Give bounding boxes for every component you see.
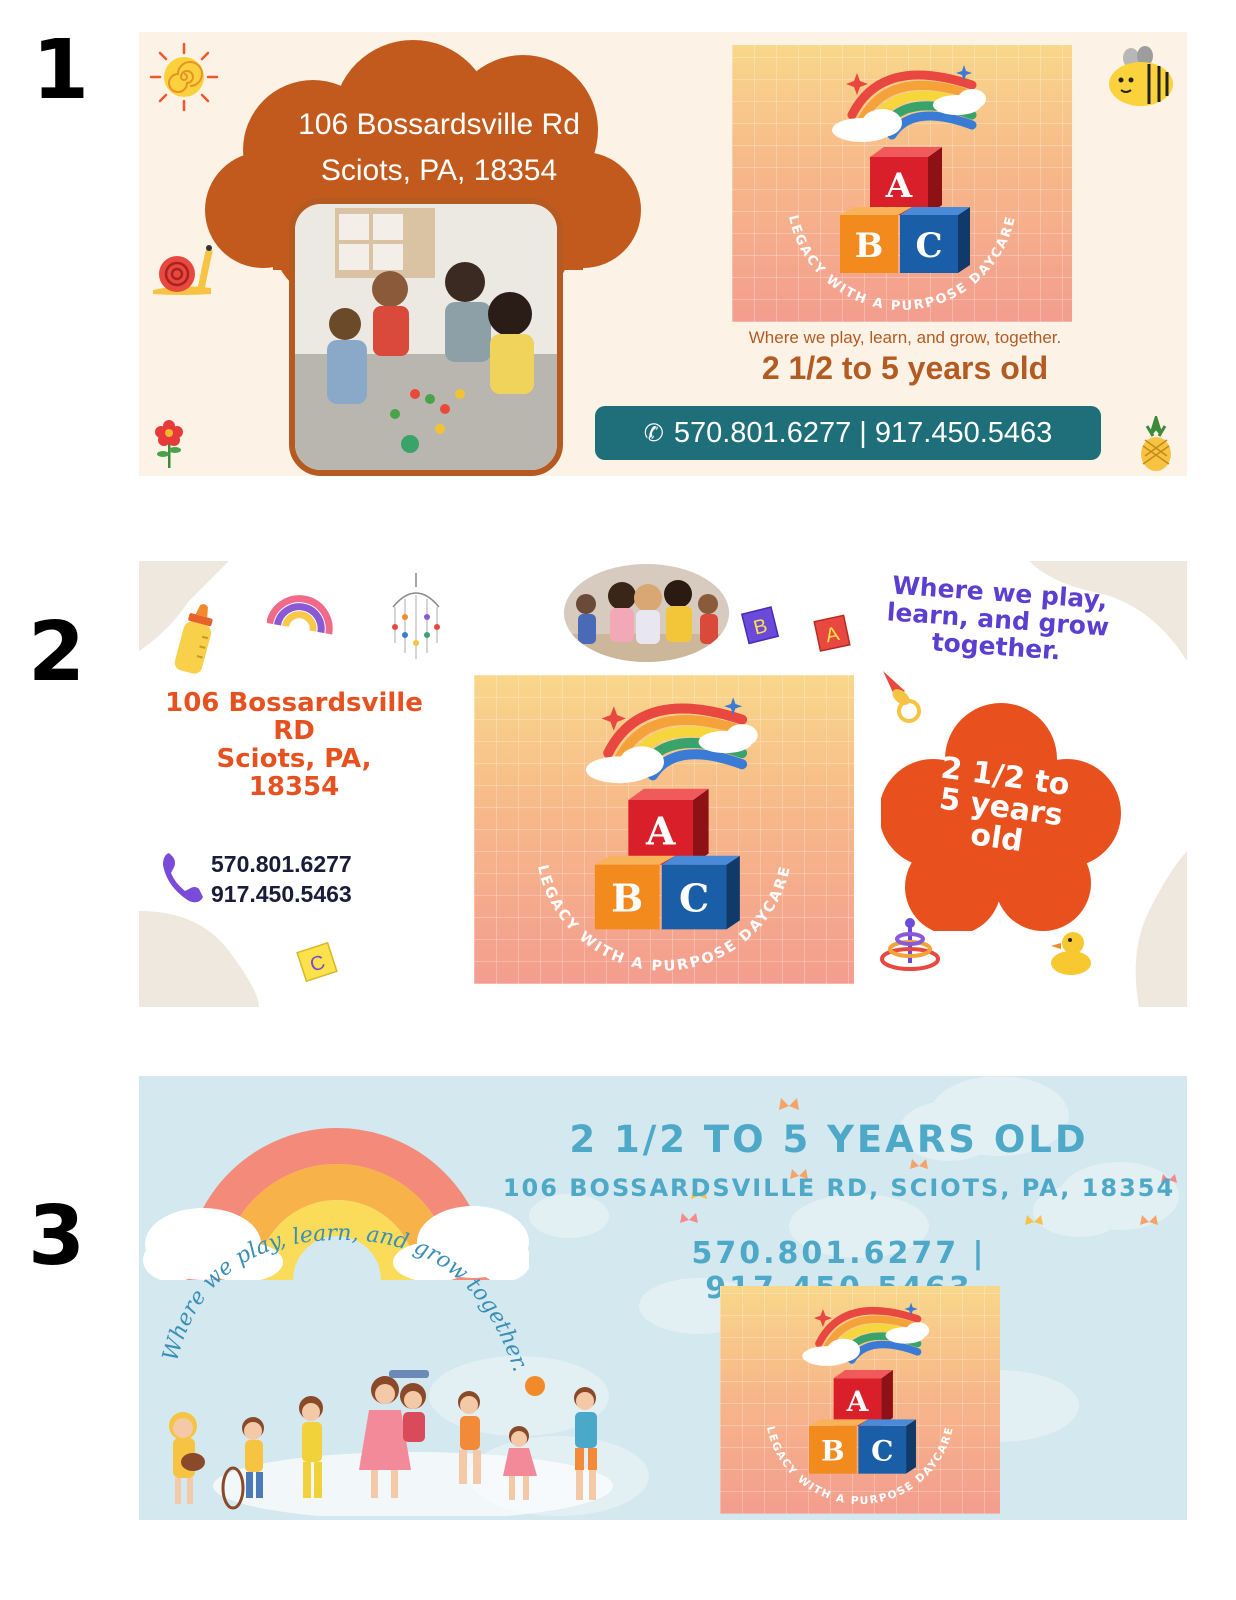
address-line-3: Sciots, PA, [216, 744, 372, 774]
address-text: 106 BOSSARDSVILLE RD, SCIOTS, PA, 18354 [502, 1174, 1176, 1202]
pineapple-icon [1141, 416, 1171, 471]
svg-text:B: B [855, 226, 884, 266]
daycare-logo: A B C LEGACY WITH A PURPOSE DAYCARE [720, 1286, 1000, 1514]
baby-bottle-icon [174, 604, 213, 674]
panel-number-3: 3 [28, 1189, 86, 1284]
banner-2: 106 Bossardsville RD Sciots, PA, 18354 5… [139, 561, 1187, 1007]
rainbow-icon [267, 595, 333, 635]
rubber-duck-icon [1051, 932, 1091, 975]
phone-number-1[interactable]: 570.801.6277 [211, 849, 352, 879]
tagline: Where we play, learn, and grow together. [864, 570, 1131, 669]
svg-text:A: A [645, 809, 676, 854]
bee-icon [1109, 46, 1173, 106]
phone-icon: ✆ [643, 419, 664, 447]
address-text: 106 Bossardsville RD Sciots, PA, 18354 [139, 689, 449, 801]
panel-number-1: 1 [32, 23, 90, 118]
ring-toy-icon [880, 918, 940, 971]
phone-bar[interactable]: ✆ 570.801.6277 | 917.450.5463 [595, 406, 1101, 460]
children-illustration [169, 1370, 613, 1516]
svg-text:A: A [885, 166, 913, 206]
children-photo [564, 564, 729, 662]
svg-text:C: C [871, 1434, 893, 1467]
address-line-4: 18354 [248, 772, 340, 802]
phone-number-2[interactable]: 917.450.5463 [211, 879, 352, 909]
banner-3: Where we play, learn, and grow together.… [139, 1076, 1187, 1520]
block-a-icon: A [813, 614, 851, 652]
svg-text:B: B [611, 875, 643, 920]
address-line-2: RD [273, 716, 315, 746]
phone-numbers: 570.801.6277 | 917.450.5463 [673, 416, 1053, 449]
corner-blob [139, 911, 259, 1007]
daycare-logo: A B C LEGACY WITH A PURPOSE DAYCARE [732, 45, 1072, 322]
banner-1: 106 Bossardsville Rd Sciots, PA, 18354 A… [139, 32, 1187, 476]
block-b-icon: B [740, 606, 780, 645]
age-range: 2 1/2 to 5 years old [761, 350, 1049, 386]
phone-icon [163, 853, 203, 903]
age-range: 2 1/2 TO 5 YEARS OLD [569, 1118, 1089, 1161]
address-line-1: 106 Bossardsville [165, 688, 423, 718]
svg-text:B: B [821, 1434, 845, 1467]
flower-icon [155, 420, 183, 468]
children-photo [289, 198, 563, 476]
phone-numbers[interactable]: 570.801.6277 917.450.5463 [211, 849, 352, 909]
panel-number-2: 2 [28, 605, 86, 700]
address-line-2: Sciots, PA, 18354 [320, 154, 558, 187]
block-c-icon: C [296, 941, 338, 983]
svg-text:C: C [679, 875, 709, 920]
corner-blob [1135, 851, 1187, 1007]
address-line-1: 106 Bossardsville Rd [298, 108, 580, 141]
svg-text:C: C [915, 226, 942, 266]
tagline: Where we play, learn, and grow, together… [748, 328, 1062, 347]
daycare-logo: A B C LEGACY WITH A PURPOSE DAYCARE [474, 675, 854, 984]
address-text: 106 Bossardsville Rd Sciots, PA, 18354 [239, 102, 639, 194]
svg-text:A: A [846, 1385, 870, 1418]
baby-mobile-icon [392, 573, 440, 659]
